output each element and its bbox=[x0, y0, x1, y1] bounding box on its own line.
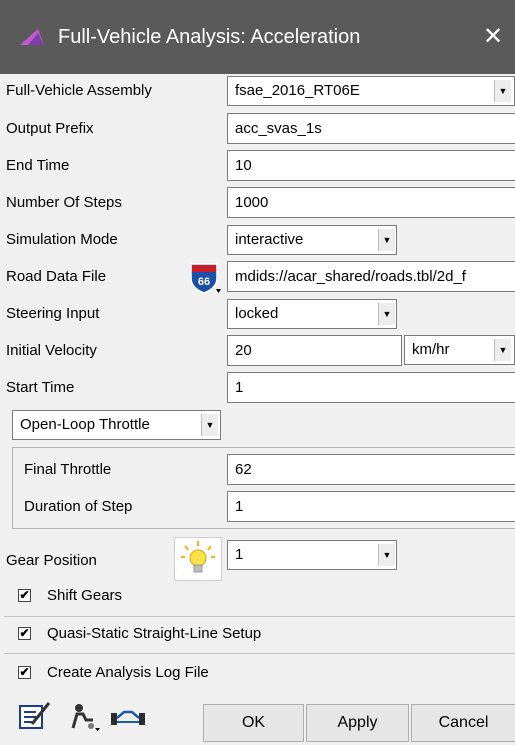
title-bar: Full-Vehicle Analysis: Acceleration ✕ bbox=[0, 0, 515, 74]
gear-label: Gear Position bbox=[6, 552, 97, 569]
throttle-mode-select[interactable]: Open-Loop Throttle ▼ bbox=[12, 410, 221, 440]
interstate-66-icon: 66 bbox=[190, 263, 221, 294]
duration-label: Duration of Step bbox=[24, 498, 133, 515]
app-logo-icon bbox=[20, 29, 44, 45]
quasi-static-checkbox[interactable]: ✔ bbox=[18, 627, 31, 640]
assembly-value: fsae_2016_RT06E bbox=[235, 82, 360, 99]
divider bbox=[4, 653, 515, 654]
gear-hint-button[interactable] bbox=[174, 537, 222, 581]
end-time-label: End Time bbox=[6, 157, 70, 174]
edit-notes-icon bbox=[19, 702, 51, 729]
duration-field[interactable]: 1 bbox=[227, 491, 515, 522]
steering-value: locked bbox=[235, 305, 279, 322]
start-time-field[interactable]: 1 bbox=[227, 372, 515, 403]
road-data-field[interactable]: mdids://acar_shared/roads.tbl/2d_f bbox=[227, 261, 515, 292]
quasi-static-label: Quasi-Static Straight-Line Setup bbox=[47, 625, 262, 642]
velocity-field[interactable]: 20 bbox=[227, 335, 402, 366]
gear-value: 1 bbox=[235, 546, 244, 563]
output-prefix-field[interactable]: acc_svas_1s bbox=[227, 113, 515, 144]
log-file-label: Create Analysis Log File bbox=[47, 664, 209, 681]
shift-gears-label: Shift Gears bbox=[47, 587, 123, 604]
vehicle-settings-button[interactable] bbox=[67, 700, 101, 732]
chevron-down-icon[interactable]: ▼ bbox=[378, 544, 395, 566]
chevron-down-icon[interactable]: ▼ bbox=[378, 303, 395, 325]
svg-text:66: 66 bbox=[198, 276, 210, 288]
final-throttle-field[interactable]: 62 bbox=[227, 454, 515, 485]
vehicle-settings-icon bbox=[71, 704, 100, 731]
velocity-unit-value: km/hr bbox=[412, 341, 450, 358]
end-time-field[interactable]: 10 bbox=[227, 150, 515, 181]
window-title: Full-Vehicle Analysis: Acceleration bbox=[58, 26, 361, 48]
road-browse-button[interactable]: 66 bbox=[185, 258, 223, 296]
steering-label: Steering Input bbox=[6, 305, 100, 322]
log-file-checkbox[interactable]: ✔ bbox=[18, 666, 31, 679]
assembly-select[interactable]: fsae_2016_RT06E ▼ bbox=[227, 76, 515, 106]
final-throttle-label: Final Throttle bbox=[24, 461, 112, 478]
chevron-down-icon[interactable]: ▼ bbox=[494, 339, 511, 361]
output-prefix-label: Output Prefix bbox=[6, 120, 94, 137]
ok-button[interactable]: OK bbox=[203, 704, 304, 742]
cancel-button[interactable]: Cancel bbox=[411, 704, 515, 742]
close-icon[interactable]: ✕ bbox=[483, 22, 503, 51]
steering-select[interactable]: locked ▼ bbox=[227, 299, 397, 329]
velocity-label: Initial Velocity bbox=[6, 342, 97, 359]
vehicle-outline-icon bbox=[111, 710, 145, 725]
shift-gears-checkbox[interactable]: ✔ bbox=[18, 589, 31, 602]
edit-notes-button[interactable] bbox=[18, 700, 52, 732]
road-data-label: Road Data File bbox=[6, 268, 107, 285]
sim-mode-select[interactable]: interactive ▼ bbox=[227, 225, 397, 255]
assembly-label: Full-Vehicle Assembly bbox=[6, 82, 152, 99]
lightbulb-icon bbox=[181, 541, 215, 573]
chevron-down-icon[interactable]: ▼ bbox=[201, 414, 218, 436]
gear-select[interactable]: 1 ▼ bbox=[227, 540, 397, 570]
sim-mode-value: interactive bbox=[235, 231, 304, 248]
apply-button[interactable]: Apply bbox=[306, 704, 409, 742]
velocity-unit-select[interactable]: km/hr ▼ bbox=[404, 335, 515, 365]
num-steps-label: Number Of Steps bbox=[6, 194, 122, 211]
throttle-mode-value: Open-Loop Throttle bbox=[20, 416, 150, 433]
vehicle-outline-button[interactable] bbox=[108, 700, 145, 732]
chevron-down-icon[interactable]: ▼ bbox=[494, 80, 511, 102]
start-time-label: Start Time bbox=[6, 379, 75, 396]
divider bbox=[4, 616, 515, 617]
sim-mode-label: Simulation Mode bbox=[6, 231, 118, 248]
num-steps-field[interactable]: 1000 bbox=[227, 187, 515, 218]
chevron-down-icon[interactable]: ▼ bbox=[378, 229, 395, 251]
